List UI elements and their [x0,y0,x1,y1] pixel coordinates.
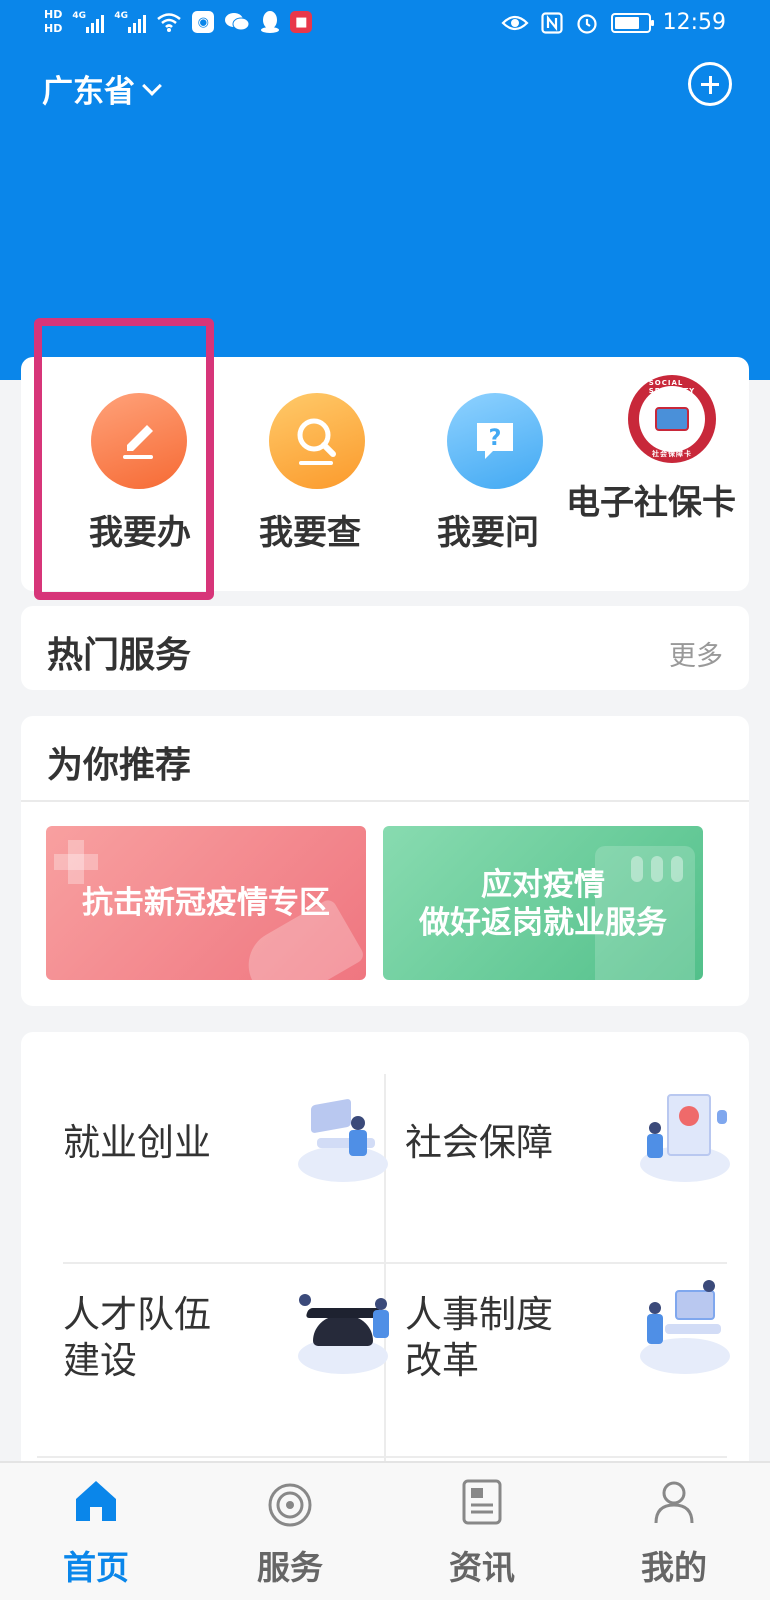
category-label-line1: 人事制度 [405,1293,553,1336]
service-icon [268,1483,312,1527]
nfc-icon [540,11,563,34]
home-icon [76,1481,116,1521]
alarm-icon [576,13,597,34]
category-label-line1: 人才队伍 [63,1293,211,1336]
category-label-line2: 建设 [63,1339,137,1382]
svg-text:?: ? [489,426,502,451]
hd-indicator: HD HD [44,8,62,36]
social-security-illustration-icon [635,1088,735,1188]
nav-label: 我的 [641,1548,707,1587]
banner-covid-zone[interactable]: 抗击新冠疫情专区 [46,826,366,980]
hot-services-title: 热门服务 [47,635,192,676]
graduation-illustration-icon [293,1280,393,1380]
category-label: 社会保障 [405,1121,553,1164]
seal-inner [639,386,705,452]
hd-label-2: HD [44,22,63,35]
banner-text-line2: 做好返岗就业服务 [419,905,667,941]
employment-illustration-icon [293,1088,393,1188]
banner-text: 应对疫情 做好返岗就业服务 [383,866,703,942]
quick-action-e-card[interactable]: SOCIAL SECURITY CARD 社会保障卡 电子社保卡 [566,357,746,591]
news-icon [462,1479,502,1525]
banner-text: 抗击新冠疫情专区 [82,885,330,921]
quick-action-label: 我要查 [259,513,361,553]
signal-icon: 4G [72,11,105,33]
wechat-icon [225,13,250,31]
nav-news[interactable]: 资讯 [412,1463,552,1600]
signal-icon-2: 4G [114,11,147,33]
user-icon [654,1481,694,1524]
app-notification-icon: ◉ [192,11,215,33]
recommend-card: 为你推荐 抗击新冠疫情专区 应对疫情 做好返岗就业服务 [21,716,749,1006]
highlight-box [34,318,214,600]
category-personnel-reform[interactable]: 人事制度 改革 [405,1280,735,1460]
banner-text-line1: 应对疫情 [481,867,605,903]
more-link[interactable]: 更多 [669,634,723,673]
social-security-card-icon: SOCIAL SECURITY CARD 社会保障卡 [628,375,716,463]
recommend-title: 为你推荐 [47,745,192,786]
divider [21,800,749,802]
status-right: 12:59 [501,10,726,35]
bottom-nav: 首页 服务 资讯 我的 [0,1461,770,1600]
category-label: 就业创业 [63,1121,211,1164]
search-icon [269,393,365,489]
battery-icon [610,12,654,33]
category-grid: 就业创业 社会保障 人才队伍 建设 人事制度 改革 [21,1032,749,1472]
category-label-line2: 改革 [405,1339,479,1382]
quick-action-query[interactable]: 我要查 [229,357,399,591]
nav-label: 资讯 [449,1548,515,1587]
seal-text-bottom: 社会保障卡 [652,450,692,458]
category-social-security[interactable]: 社会保障 [405,1088,735,1268]
status-bar: HD HD 4G 4G ◉ ■ 12:59 [0,0,770,50]
qq-icon [261,11,280,33]
status-time: 12:59 [662,10,726,35]
nav-home[interactable]: 首页 [26,1463,166,1600]
nav-label: 首页 [63,1548,129,1587]
category-employment[interactable]: 就业创业 [63,1088,393,1268]
chevron-down-icon [142,75,162,96]
quick-action-ask[interactable]: ? 我要问 [407,357,577,591]
province-selector[interactable]: 广东省 [42,66,162,111]
network-label-2: 4G [114,11,128,21]
category-label: 人事制度 改革 [405,1292,575,1384]
status-left: HD HD 4G 4G ◉ ■ [44,8,313,36]
network-label-1: 4G [72,11,86,21]
nav-service[interactable]: 服务 [220,1463,360,1600]
quick-action-label: 我要问 [437,513,539,553]
quick-action-label: 电子社保卡 [566,483,736,523]
card-icon [655,407,689,431]
question-icon: ? [447,393,543,489]
category-label: 人才队伍 建设 [63,1292,233,1384]
banner-return-to-work[interactable]: 应对疫情 做好返岗就业服务 [383,826,703,980]
category-talent[interactable]: 人才队伍 建设 [63,1280,393,1460]
nav-label: 服务 [257,1548,323,1587]
eye-icon [501,15,529,30]
plus-circle-icon[interactable] [688,62,732,106]
wifi-icon [157,13,182,32]
hd-label-1: HD [44,8,63,21]
hot-services-card: 热门服务 更多 [21,606,749,690]
office-illustration-icon [635,1280,735,1380]
cross-icon-bar [54,854,98,870]
nav-mine[interactable]: 我的 [604,1463,744,1600]
book-app-icon: ■ [290,11,313,33]
province-label: 广东省 [42,74,135,110]
